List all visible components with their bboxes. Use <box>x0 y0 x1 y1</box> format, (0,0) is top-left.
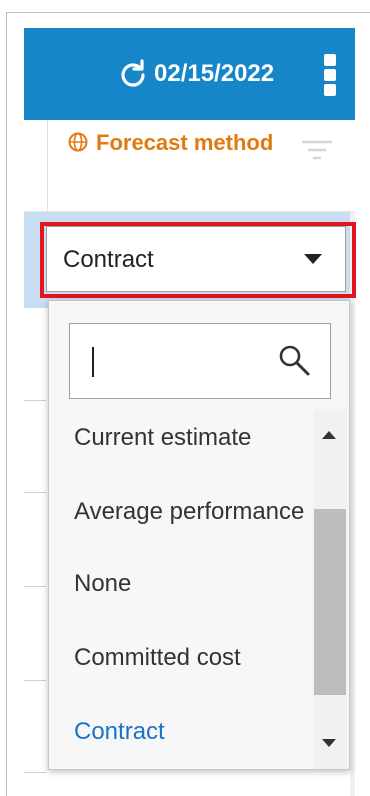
column-edge <box>350 212 355 796</box>
kebab-menu-icon[interactable] <box>320 50 340 100</box>
scroll-down-icon[interactable] <box>322 739 336 747</box>
search-input[interactable] <box>69 323 331 399</box>
row-divider <box>24 772 46 773</box>
text-cursor <box>92 347 94 377</box>
top-toolbar: 02/15/2022 <box>24 28 355 120</box>
option-current-estimate[interactable]: Current estimate <box>49 401 311 475</box>
row-divider <box>24 680 46 681</box>
option-contract[interactable]: Contract <box>49 695 311 769</box>
column-header-row: Forecast method <box>24 120 355 212</box>
date-label[interactable]: 02/15/2022 <box>154 56 274 92</box>
dropdown-list: Current estimate Average performance Non… <box>48 300 350 770</box>
scroll-thumb[interactable] <box>314 509 346 695</box>
app-frame: 02/15/2022 Forecast method Contract Curr… <box>0 0 370 796</box>
scroll-up-icon[interactable] <box>322 431 336 439</box>
row-divider <box>24 586 46 587</box>
scrollbar[interactable] <box>313 409 347 769</box>
column-header-label[interactable]: Forecast method <box>68 129 298 157</box>
search-icon[interactable] <box>276 342 312 378</box>
column-divider <box>47 120 48 212</box>
row-divider <box>24 400 46 401</box>
frame-border <box>6 12 7 796</box>
option-none[interactable]: None <box>49 547 311 621</box>
refresh-icon[interactable] <box>116 58 150 92</box>
filter-icon[interactable] <box>300 138 334 164</box>
option-average-performance[interactable]: Average performance <box>49 475 311 549</box>
frame-border <box>6 12 370 13</box>
option-committed-cost[interactable]: Committed cost <box>49 621 311 695</box>
highlight-box <box>40 222 356 298</box>
row-divider <box>24 492 46 493</box>
